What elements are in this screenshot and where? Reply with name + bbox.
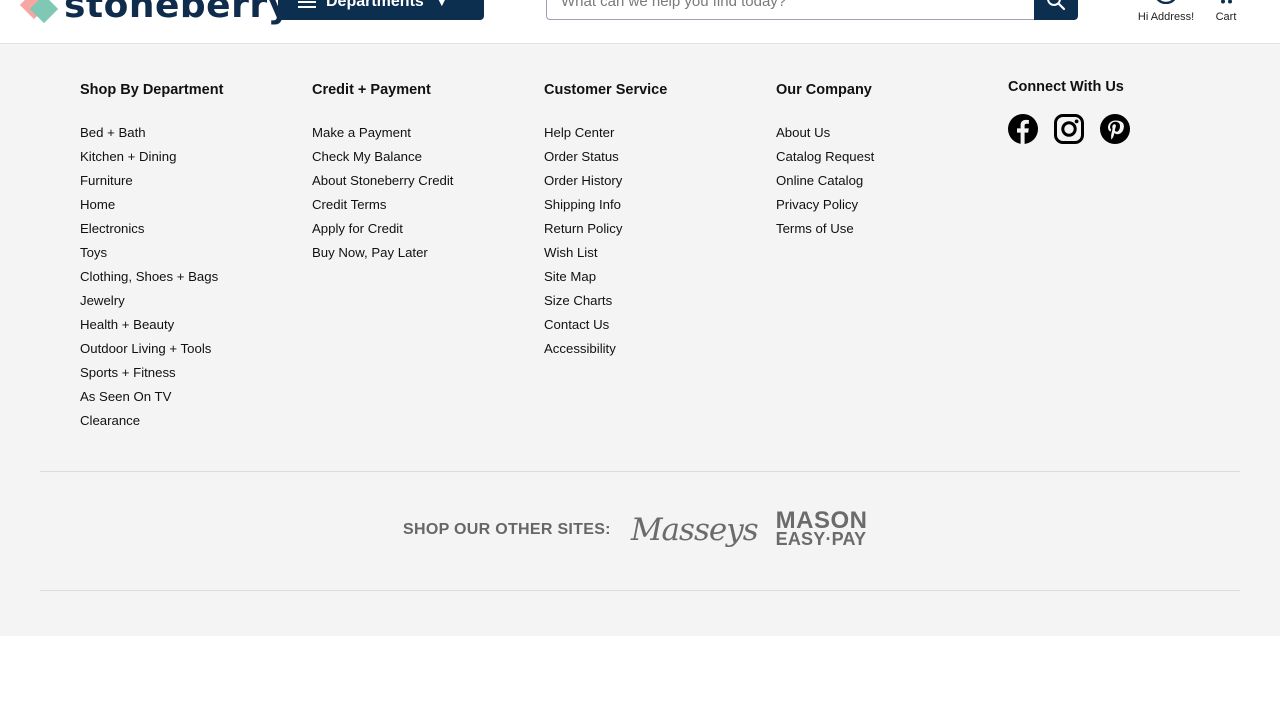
- footer-column-service: Customer Service Help Center Order Statu…: [544, 81, 667, 361]
- footer-divider-bottom: [40, 590, 1240, 591]
- search-bar: [546, 0, 1078, 20]
- footer-link[interactable]: Sports + Fitness: [80, 365, 176, 380]
- footer-link[interactable]: Electronics: [80, 221, 145, 236]
- footer-links-company: About Us Catalog Request Online Catalog …: [776, 121, 874, 241]
- footer-link[interactable]: Accessibility: [544, 341, 616, 356]
- chevron-down-icon: ▼: [435, 0, 448, 9]
- footer-heading-credit: Credit + Payment: [312, 82, 431, 98]
- account-link[interactable]: Hi Address!: [1130, 0, 1202, 43]
- footer-column-connect: Connect With Us: [1008, 78, 1130, 144]
- footer-link[interactable]: Home: [80, 197, 115, 212]
- footer-divider: [40, 471, 1240, 472]
- footer-heading-connect: Connect With Us: [1008, 79, 1124, 95]
- footer-link[interactable]: Make a Payment: [312, 125, 411, 140]
- other-sites: SHOP OUR OTHER SITES: Masseys MASON EASY…: [403, 507, 868, 549]
- footer-links-service: Help Center Order Status Order History S…: [544, 121, 667, 361]
- logo-text: stoneberry: [64, 0, 292, 26]
- cart-link[interactable]: Cart: [1206, 0, 1246, 43]
- logo-mark-icon: [19, 0, 59, 24]
- easy-pay-logo-line: EASY·PAY: [775, 529, 867, 549]
- footer-column-company: Our Company About Us Catalog Request Onl…: [776, 81, 874, 241]
- footer-column-credit: Credit + Payment Make a Payment Check My…: [312, 81, 453, 265]
- footer-links-credit: Make a Payment Check My Balance About St…: [312, 121, 453, 265]
- footer-link[interactable]: About Stoneberry Credit: [312, 173, 453, 188]
- mason-easy-pay-logo[interactable]: MASON EASY·PAY: [775, 507, 868, 549]
- site-header: stoneberry Departments ▼ Hi Address! Car…: [0, 0, 1280, 44]
- cart-label: Cart: [1215, 11, 1237, 23]
- footer-link[interactable]: Size Charts: [544, 293, 612, 308]
- mason-logo-line: MASON: [775, 507, 868, 534]
- footer-heading-company: Our Company: [776, 82, 872, 98]
- other-sites-label: SHOP OUR OTHER SITES:: [403, 521, 611, 538]
- search-button[interactable]: [1034, 0, 1078, 20]
- footer-link[interactable]: Clearance: [80, 413, 140, 428]
- departments-button[interactable]: Departments ▼: [278, 0, 484, 20]
- footer-link[interactable]: Kitchen + Dining: [80, 149, 176, 164]
- facebook-icon[interactable]: [1008, 114, 1038, 144]
- footer-link[interactable]: Return Policy: [544, 221, 622, 236]
- cart-icon: [1221, 0, 1232, 4]
- site-footer: Shop By Department Bed + Bath Kitchen + …: [0, 45, 1280, 636]
- footer-link[interactable]: Toys: [80, 245, 107, 260]
- footer-link[interactable]: Furniture: [80, 173, 133, 188]
- departments-label: Departments: [326, 0, 424, 10]
- footer-link[interactable]: Shipping Info: [544, 197, 621, 212]
- footer-heading-shop: Shop By Department: [80, 82, 224, 98]
- social-links: [1008, 114, 1130, 144]
- footer-link[interactable]: Check My Balance: [312, 149, 422, 164]
- hamburger-menu-icon: [298, 0, 316, 8]
- footer-link[interactable]: Bed + Bath: [80, 125, 146, 140]
- user-icon: [1156, 0, 1176, 4]
- footer-link[interactable]: Catalog Request: [776, 149, 874, 164]
- footer-link[interactable]: Order History: [544, 173, 622, 188]
- footer-link[interactable]: About Us: [776, 125, 830, 140]
- account-label: Hi Address!: [1137, 11, 1195, 23]
- footer-link[interactable]: Health + Beauty: [80, 317, 174, 332]
- footer-link[interactable]: Wish List: [544, 245, 598, 260]
- footer-link[interactable]: Terms of Use: [776, 221, 854, 236]
- footer-link[interactable]: Jewelry: [80, 293, 125, 308]
- footer-link[interactable]: Apply for Credit: [312, 221, 403, 236]
- footer-link[interactable]: Order Status: [544, 149, 619, 164]
- footer-link[interactable]: Online Catalog: [776, 173, 863, 188]
- footer-heading-service: Customer Service: [544, 82, 668, 98]
- footer-link[interactable]: Buy Now, Pay Later: [312, 245, 428, 260]
- pinterest-icon[interactable]: [1100, 114, 1130, 144]
- search-input[interactable]: [546, 0, 1034, 20]
- footer-link[interactable]: Outdoor Living + Tools: [80, 341, 211, 356]
- masseys-logo[interactable]: Masseys: [631, 514, 759, 546]
- footer-link[interactable]: Contact Us: [544, 317, 609, 332]
- footer-link[interactable]: Credit Terms: [312, 197, 387, 212]
- footer-link[interactable]: As Seen On TV: [80, 389, 171, 404]
- footer-link[interactable]: Help Center: [544, 125, 614, 140]
- stoneberry-logo[interactable]: stoneberry: [19, 0, 292, 26]
- footer-link[interactable]: Site Map: [544, 269, 596, 284]
- footer-links-shop: Bed + Bath Kitchen + Dining Furniture Ho…: [80, 121, 223, 433]
- footer-column-shop: Shop By Department Bed + Bath Kitchen + …: [80, 81, 223, 433]
- instagram-icon[interactable]: [1054, 114, 1084, 144]
- footer-link[interactable]: Clothing, Shoes + Bags: [80, 269, 218, 284]
- footer-link[interactable]: Privacy Policy: [776, 197, 858, 212]
- search-icon: [1047, 0, 1066, 11]
